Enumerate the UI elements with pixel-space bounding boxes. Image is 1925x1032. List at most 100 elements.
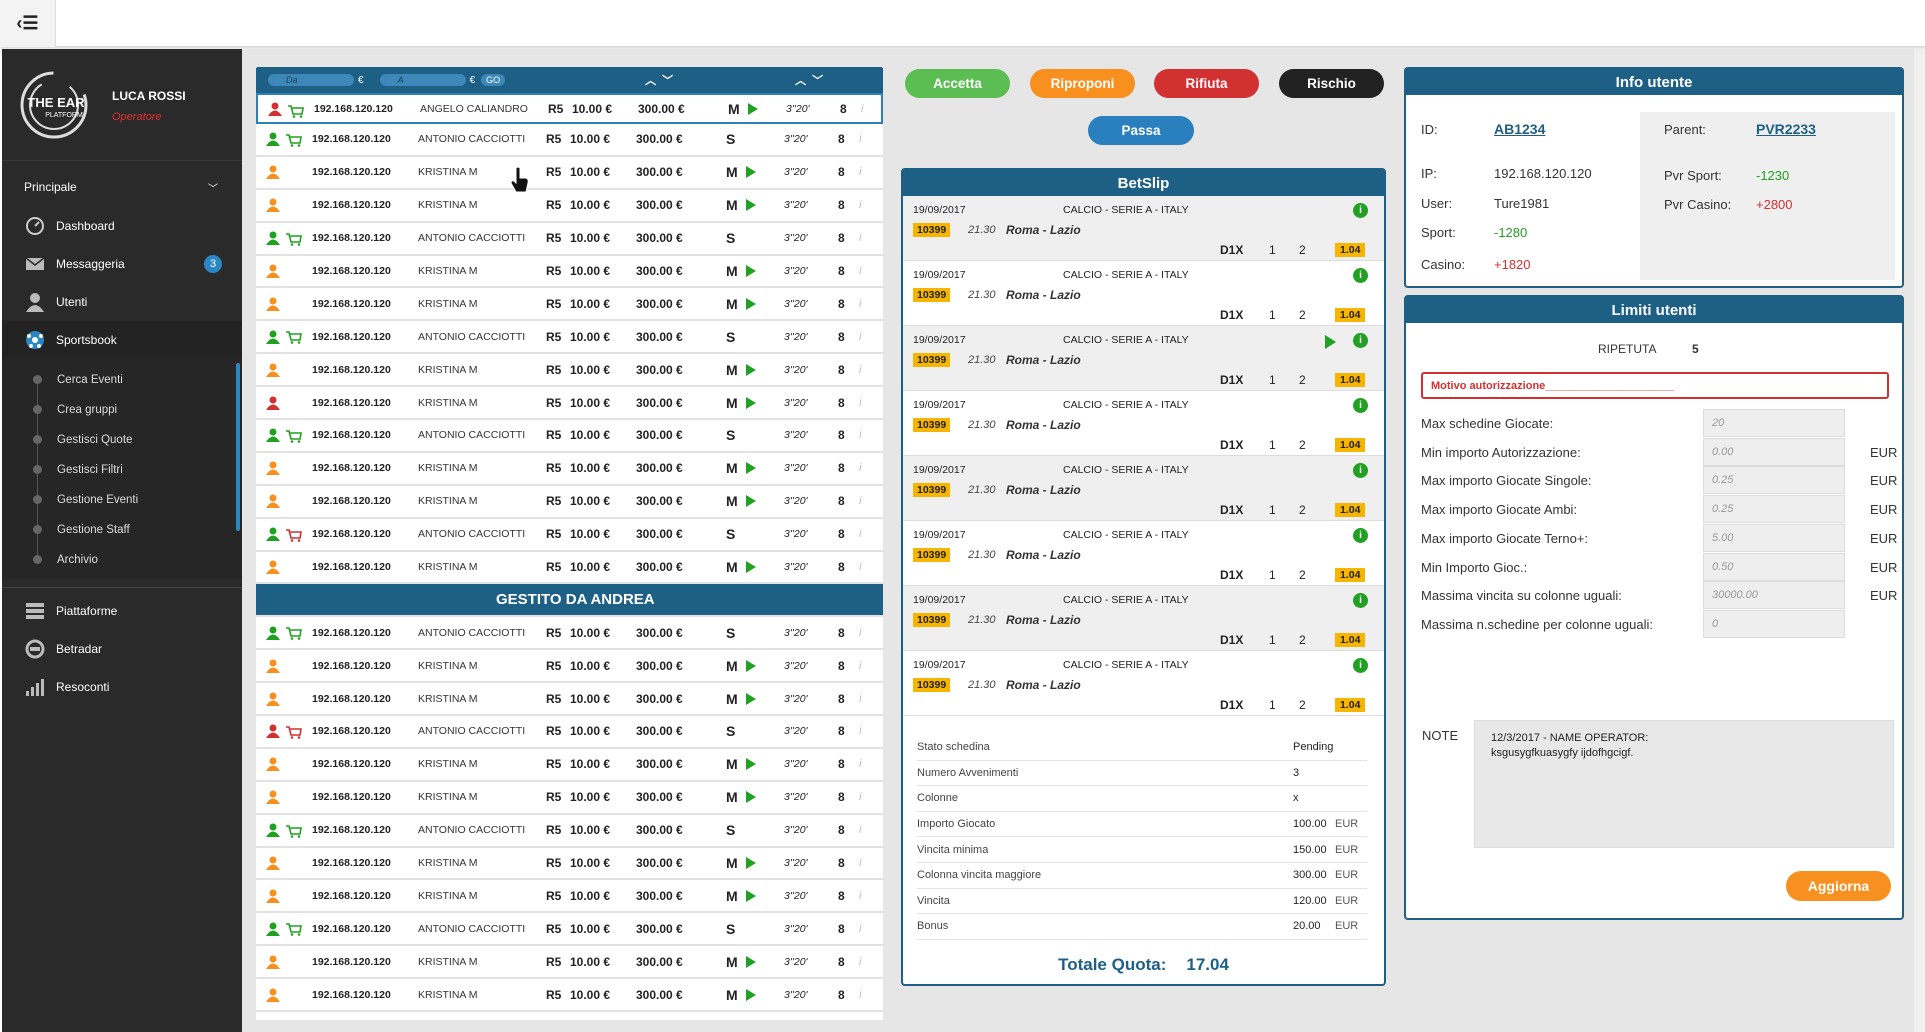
gestito-row[interactable]: GESTITO DA ANDREA (256, 584, 883, 618)
play-icon[interactable] (746, 396, 756, 409)
info-icon[interactable]: i (1353, 593, 1368, 608)
page-scrollbar[interactable] (1914, 49, 1925, 1032)
table-row[interactable]: 192.168.120.120 KRISTINA M R5 10.00 € 300.00… (256, 880, 883, 914)
info-icon[interactable]: i (1353, 658, 1368, 673)
table-row[interactable]: 192.168.120.120 KRISTINA M R5 10.00 € 300.00… (256, 288, 883, 322)
table-row[interactable]: 192.168.120.120 ANTONIO CACCIOTTI R5 10.00 … (256, 716, 883, 749)
play-icon[interactable] (748, 102, 758, 115)
info-icon[interactable]: i (859, 758, 861, 770)
subnav-gestisci-quote[interactable]: Gestisci Quote (2, 425, 242, 455)
info-icon[interactable]: i (859, 989, 861, 1001)
info-icon[interactable]: i (859, 331, 861, 343)
table-row[interactable]: 192.168.120.120 ANTONIO CACCIOTTI R5 10.00 … (256, 518, 883, 552)
play-icon[interactable] (746, 988, 756, 1001)
info-icon[interactable]: i (859, 923, 861, 935)
info-icon[interactable]: i (859, 890, 861, 902)
info-icon[interactable]: i (861, 103, 863, 115)
info-icon[interactable]: i (859, 627, 861, 639)
info-icon[interactable]: i (1353, 203, 1368, 218)
limit-input[interactable]: 0 (1703, 609, 1845, 638)
subnav-gestisci-filtri[interactable]: Gestisci Filtri (2, 455, 242, 485)
table-row[interactable]: 192.168.120.120 KRISTINA M R5 10.00 € 300.00… (256, 156, 883, 190)
table-row[interactable]: 192.168.120.120 ANTONIO CACCIOTTI R5 10.00 … (256, 420, 883, 453)
accetta-button[interactable]: Accetta (905, 69, 1010, 98)
table-row[interactable]: 192.168.120.120 KRISTINA M R5 10.00 € 300.00… (256, 781, 883, 815)
sidebar-item-resoconti[interactable]: Resoconti (2, 668, 242, 706)
info-icon[interactable]: i (1353, 528, 1368, 543)
subnav-cerca-eventi[interactable]: Cerca Eventi (2, 365, 242, 395)
info-icon[interactable]: i (859, 561, 861, 573)
info-icon[interactable]: i (859, 528, 861, 540)
play-icon[interactable] (746, 857, 756, 870)
info-icon[interactable]: i (1353, 463, 1368, 478)
table-row[interactable]: 192.168.120.120 ANTONIO CACCIOTTI R5 10.00 … (256, 124, 883, 157)
info-icon[interactable]: i (859, 133, 861, 145)
info-icon[interactable]: i (1353, 333, 1368, 348)
table-row[interactable]: 192.168.120.120 KRISTINA M R5 10.00 € 300.00… (256, 452, 883, 486)
play-icon[interactable] (746, 462, 756, 475)
info-icon[interactable]: i (859, 791, 861, 803)
info-icon[interactable]: i (859, 725, 861, 737)
table-row[interactable]: 192.168.120.120 KRISTINA M R5 10.00 € 300.00… (256, 189, 883, 223)
play-icon[interactable] (746, 363, 756, 376)
limit-input[interactable]: 0.25 (1703, 495, 1845, 524)
aggiorna-button[interactable]: Aggiorna (1786, 871, 1891, 901)
table-row[interactable]: 192.168.120.120 KRISTINA M R5 10.00 € 300.00… (256, 650, 883, 684)
play-icon[interactable] (746, 955, 756, 968)
play-icon[interactable] (746, 199, 756, 212)
sidebar-item-dashboard[interactable]: Dashboard (2, 207, 242, 245)
play-icon[interactable] (746, 889, 756, 902)
table-row[interactable]: 192.168.120.120 KRISTINA M R5 10.00 € 300.00… (256, 683, 883, 717)
sidebar-item-utenti[interactable]: Utenti (2, 283, 242, 321)
info-icon[interactable]: i (859, 429, 861, 441)
play-icon[interactable] (746, 758, 756, 771)
info-icon[interactable]: i (859, 660, 861, 672)
passa-button[interactable]: Passa (1088, 116, 1194, 145)
table-row[interactable]: 192.168.120.120 ANTONIO CACCIOTTI R5 10.00 … (256, 913, 883, 947)
info-icon[interactable]: i (859, 824, 861, 836)
play-icon[interactable] (746, 265, 756, 277)
play-icon[interactable] (1325, 335, 1336, 349)
info-icon[interactable]: i (859, 857, 861, 869)
riproponi-button[interactable]: Riproponi (1030, 69, 1135, 98)
id-link[interactable]: AB1234 (1494, 121, 1545, 137)
filter-a-input[interactable]: A (379, 74, 466, 86)
filter-go-button[interactable]: GO (481, 74, 506, 86)
info-icon[interactable]: i (859, 397, 861, 409)
parent-link[interactable]: PVR2233 (1756, 121, 1816, 137)
play-icon[interactable] (746, 659, 756, 672)
play-icon[interactable] (746, 166, 756, 179)
play-icon[interactable] (746, 495, 756, 508)
table-row[interactable]: 192.168.120.120 KRISTINA M R5 10.00 € 300.00… (256, 847, 883, 881)
table-row[interactable]: 192.168.120.120 KRISTINA M R5 10.00 € 300.00… (256, 551, 883, 585)
play-icon[interactable] (746, 297, 756, 310)
table-row[interactable]: 192.168.120.120 ANTONIO CACCIOTTI R5 10.00 … (256, 222, 883, 256)
table-row[interactable]: 192.168.120.120 ANTONIO CACCIOTTI R5 10.00 … (256, 617, 883, 651)
info-icon[interactable]: i (859, 956, 861, 968)
subnav-gestione-eventi[interactable]: Gestione Eventi (2, 485, 242, 515)
section-principale[interactable]: Principale ﹀ (2, 167, 242, 207)
info-icon[interactable]: i (859, 462, 861, 474)
limit-input[interactable]: 30000.00 (1703, 581, 1845, 610)
note-textarea[interactable]: 12/3/2017 - NAME OPERATOR: ksgusygfkuasy… (1474, 720, 1894, 848)
subnav-crea-gruppi[interactable]: Crea gruppi (2, 395, 242, 425)
sidebar-item-messaggeria[interactable]: Messaggeria 3 (2, 245, 242, 283)
subnav-archivio[interactable]: Archivio (2, 545, 242, 575)
info-icon[interactable]: i (859, 199, 861, 211)
table-row[interactable]: 192.168.120.120 KRISTINA M R5 10.00 € 300.00… (256, 946, 883, 980)
table-row[interactable]: 192.168.120.120 KRISTINA M R5 10.00 € 300.00… (256, 387, 883, 421)
table-row[interactable]: 192.168.120.120 KRISTINA M R5 10.00 € 300.00… (256, 748, 883, 782)
sidebar-item-piattaforme[interactable]: Piattaforme (2, 592, 242, 630)
table-row[interactable]: 192.168.120.120 ANGELO CALIANDRO R5 10.00 €… (256, 93, 883, 124)
info-icon[interactable]: i (1353, 268, 1368, 283)
info-icon[interactable]: i (859, 298, 861, 310)
limit-input[interactable]: 0.00 (1703, 437, 1845, 466)
info-icon[interactable]: i (1353, 398, 1368, 413)
info-icon[interactable]: i (859, 265, 861, 277)
table-row[interactable]: 192.168.120.120 KRISTINA M R5 10.00 € 300.00… (256, 979, 883, 1013)
info-icon[interactable]: i (859, 693, 861, 705)
sidebar-item-sportsbook[interactable]: Sportsbook (2, 321, 242, 359)
subnav-gestione-staff[interactable]: Gestione Staff (2, 515, 242, 545)
table-row[interactable]: 192.168.120.120 KRISTINA M R5 10.00 € 300.00… (256, 485, 883, 519)
motivo-autorizzazione-input[interactable]: Motivo autorizzazione___________________… (1421, 372, 1889, 399)
